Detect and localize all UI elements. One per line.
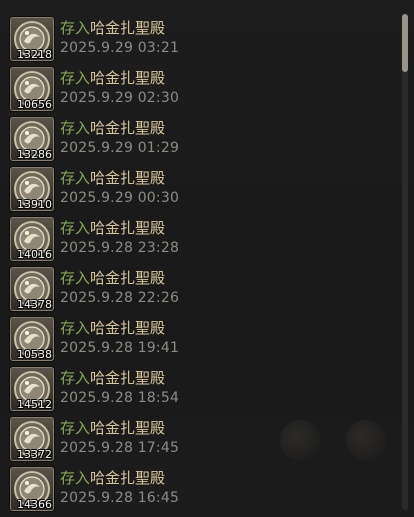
entry-action: 存入: [60, 269, 91, 287]
entry-location: 哈金扎聖殿: [90, 319, 166, 337]
entry-location: 哈金扎聖殿: [90, 169, 166, 187]
item-quantity: 14016: [17, 248, 52, 261]
entry-action: 存入: [60, 119, 91, 137]
entry-timestamp: 2025.9.28 17:45: [60, 440, 180, 456]
item-slot[interactable]: 13910: [10, 167, 54, 211]
entry-title: 存入哈金扎聖殿: [60, 169, 165, 187]
item-quantity: 13910: [17, 198, 52, 211]
storage-log-panel: 13218 存入哈金扎聖殿 2025.9.29 03:21 10656 存入哈金…: [0, 0, 414, 517]
item-quantity: 14366: [17, 498, 52, 511]
entry-action: 存入: [60, 319, 91, 337]
entry-timestamp: 2025.9.28 16:45: [60, 490, 180, 506]
item-slot[interactable]: 13218: [10, 17, 54, 61]
entry-timestamp: 2025.9.29 01:29: [60, 140, 180, 156]
entry-title: 存入哈金扎聖殿: [60, 269, 165, 287]
entry-timestamp: 2025.9.28 19:41: [60, 340, 180, 356]
item-slot[interactable]: 14366: [10, 467, 54, 511]
log-entry[interactable]: 10656 存入哈金扎聖殿 2025.9.29 02:30: [10, 67, 390, 113]
entry-action: 存入: [60, 419, 91, 437]
entry-title: 存入哈金扎聖殿: [60, 319, 165, 337]
item-quantity: 10656: [17, 98, 52, 111]
entry-action: 存入: [60, 219, 91, 237]
log-entry[interactable]: 14378 存入哈金扎聖殿 2025.9.28 22:26: [10, 267, 390, 313]
scrollbar[interactable]: [402, 14, 408, 510]
entry-action: 存入: [60, 169, 91, 187]
log-entry[interactable]: 14512 存入哈金扎聖殿 2025.9.28 18:54: [10, 367, 390, 413]
entry-title: 存入哈金扎聖殿: [60, 69, 165, 87]
item-slot[interactable]: 14378: [10, 267, 54, 311]
log-entry[interactable]: 13218 存入哈金扎聖殿 2025.9.29 03:21: [10, 17, 390, 63]
entry-title: 存入哈金扎聖殿: [60, 119, 165, 137]
item-slot[interactable]: 10538: [10, 317, 54, 361]
entry-location: 哈金扎聖殿: [90, 119, 166, 137]
scrollbar-thumb[interactable]: [402, 14, 408, 72]
entry-timestamp: 2025.9.28 23:28: [60, 240, 180, 256]
entry-location: 哈金扎聖殿: [90, 269, 166, 287]
log-entry[interactable]: 14016 存入哈金扎聖殿 2025.9.28 23:28: [10, 217, 390, 263]
item-quantity: 14378: [17, 298, 52, 311]
entry-action: 存入: [60, 69, 91, 87]
entry-timestamp: 2025.9.29 00:30: [60, 190, 180, 206]
entry-location: 哈金扎聖殿: [90, 19, 166, 37]
entry-title: 存入哈金扎聖殿: [60, 219, 165, 237]
entry-title: 存入哈金扎聖殿: [60, 19, 165, 37]
entry-location: 哈金扎聖殿: [90, 69, 166, 87]
item-quantity: 10538: [17, 348, 52, 361]
entry-title: 存入哈金扎聖殿: [60, 469, 165, 487]
item-quantity: 13218: [17, 48, 52, 61]
item-slot[interactable]: 14512: [10, 367, 54, 411]
entry-location: 哈金扎聖殿: [90, 369, 166, 387]
entry-location: 哈金扎聖殿: [90, 419, 166, 437]
entry-action: 存入: [60, 19, 91, 37]
entry-location: 哈金扎聖殿: [90, 219, 166, 237]
storage-log-list[interactable]: 13218 存入哈金扎聖殿 2025.9.29 03:21 10656 存入哈金…: [0, 0, 396, 517]
item-slot[interactable]: 13372: [10, 417, 54, 461]
log-entry[interactable]: 13910 存入哈金扎聖殿 2025.9.29 00:30: [10, 167, 390, 213]
entry-timestamp: 2025.9.29 03:21: [60, 40, 180, 56]
entry-title: 存入哈金扎聖殿: [60, 419, 165, 437]
entry-title: 存入哈金扎聖殿: [60, 369, 165, 387]
item-quantity: 13286: [17, 148, 52, 161]
item-quantity: 13372: [17, 448, 52, 461]
item-quantity: 14512: [17, 398, 52, 411]
entry-location: 哈金扎聖殿: [90, 469, 166, 487]
item-slot[interactable]: 10656: [10, 67, 54, 111]
log-entry[interactable]: 14366 存入哈金扎聖殿 2025.9.28 16:45: [10, 467, 390, 513]
log-entry[interactable]: 13372 存入哈金扎聖殿 2025.9.28 17:45: [10, 417, 390, 463]
background-button-icon: [346, 420, 386, 460]
entry-timestamp: 2025.9.28 22:26: [60, 290, 180, 306]
item-slot[interactable]: 14016: [10, 217, 54, 261]
entry-timestamp: 2025.9.28 18:54: [60, 390, 180, 406]
entry-timestamp: 2025.9.29 02:30: [60, 90, 180, 106]
entry-action: 存入: [60, 469, 91, 487]
item-slot[interactable]: 13286: [10, 117, 54, 161]
log-entry[interactable]: 13286 存入哈金扎聖殿 2025.9.29 01:29: [10, 117, 390, 163]
log-entry[interactable]: 10538 存入哈金扎聖殿 2025.9.28 19:41: [10, 317, 390, 363]
background-button-icon: [280, 420, 320, 460]
entry-action: 存入: [60, 369, 91, 387]
